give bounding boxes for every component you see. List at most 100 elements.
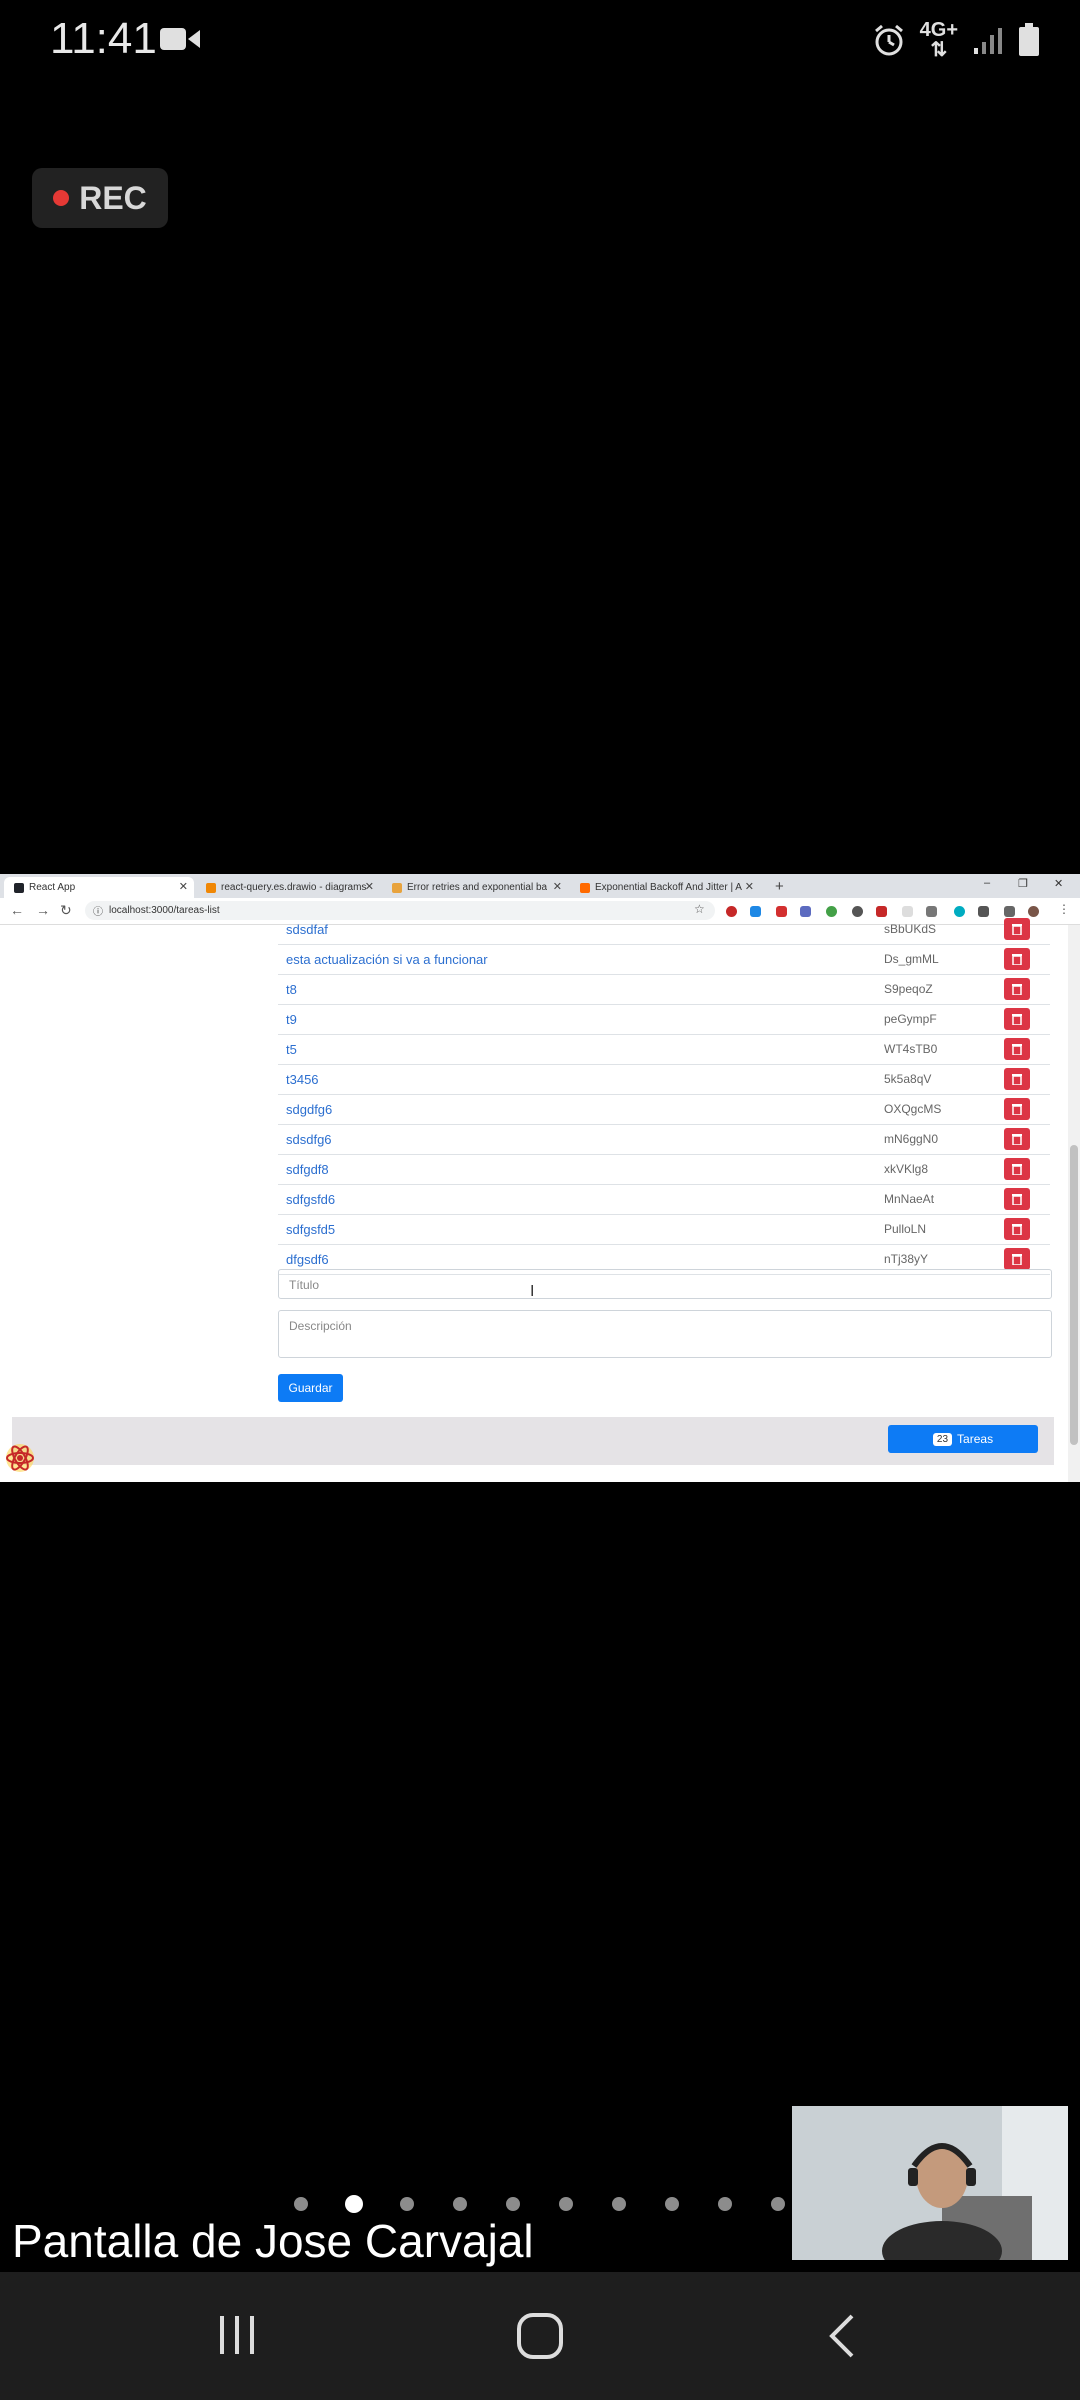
tab-react-app[interactable]: React App ✕ bbox=[4, 877, 194, 898]
delete-button[interactable] bbox=[1004, 1098, 1030, 1120]
task-title-link[interactable]: t8 bbox=[286, 982, 297, 997]
reload-icon[interactable]: ↻ bbox=[60, 902, 72, 919]
close-tab-icon[interactable]: ✕ bbox=[553, 880, 562, 893]
page-dot[interactable] bbox=[718, 2197, 732, 2211]
page-dot[interactable] bbox=[559, 2197, 573, 2211]
delete-button[interactable] bbox=[1004, 948, 1030, 970]
minimize-icon[interactable]: – bbox=[984, 877, 990, 889]
table-row: sdfgsfd5 PulloLN bbox=[278, 1215, 1050, 1245]
new-tab-button[interactable]: + bbox=[775, 878, 784, 895]
tab-title: react-query.es.drawio - diagrams bbox=[221, 882, 367, 893]
delete-button[interactable] bbox=[1004, 1068, 1030, 1090]
tab-drawio[interactable]: react-query.es.drawio - diagrams ✕ bbox=[196, 877, 380, 898]
delete-button[interactable] bbox=[1004, 1158, 1030, 1180]
table-row: t9 peGympF bbox=[278, 1005, 1050, 1035]
task-title-link[interactable]: dfgsdf6 bbox=[286, 1252, 329, 1267]
trash-icon bbox=[1012, 954, 1022, 965]
task-title-link[interactable]: sdgdfg6 bbox=[286, 1102, 332, 1117]
task-title-link[interactable]: sdfgsfd6 bbox=[286, 1192, 335, 1207]
delete-button[interactable] bbox=[1004, 1248, 1030, 1270]
page-dot[interactable] bbox=[506, 2197, 520, 2211]
delete-button[interactable] bbox=[1004, 1038, 1030, 1060]
description-textarea[interactable]: Descripción bbox=[278, 1310, 1052, 1358]
page-dot[interactable] bbox=[771, 2197, 785, 2211]
menu-kebab-icon[interactable]: ⋮ bbox=[1058, 902, 1070, 916]
task-id: sBbUKdS bbox=[884, 922, 937, 936]
delete-button[interactable] bbox=[1004, 978, 1030, 1000]
task-id: WT4sTB0 bbox=[884, 1042, 938, 1056]
page-dot[interactable] bbox=[612, 2197, 626, 2211]
task-title-link[interactable]: esta actualización si va a funcionar bbox=[286, 952, 488, 967]
delete-button[interactable] bbox=[1004, 918, 1030, 940]
task-title-link[interactable]: t3456 bbox=[286, 1072, 319, 1087]
back-icon[interactable]: ← bbox=[10, 902, 24, 918]
scrollbar-thumb[interactable] bbox=[1070, 1145, 1078, 1445]
react-query-devtools-icon[interactable] bbox=[4, 1442, 36, 1474]
task-id: S9peqoZ bbox=[884, 982, 933, 996]
table-row: sdfgsfd6 MnNaeAt bbox=[278, 1185, 1050, 1215]
battery-icon bbox=[1019, 23, 1039, 56]
tab-error-retries[interactable]: Error retries and exponential ba ✕ bbox=[382, 877, 568, 898]
shared-screen: React App ✕ react-query.es.drawio - diag… bbox=[0, 874, 1080, 1482]
app-footer: 23 Tareas bbox=[12, 1417, 1054, 1465]
tasks-table: sdsdfaf sBbUKdS esta actualización si va… bbox=[278, 915, 1050, 1275]
table-row: t3456 5k5a8qV bbox=[278, 1065, 1050, 1095]
table-row: sdsdfg6 mN6ggN0 bbox=[278, 1125, 1050, 1155]
task-id: peGympF bbox=[884, 1012, 937, 1026]
tasks-label: Tareas bbox=[957, 1432, 994, 1446]
task-title-link[interactable]: t5 bbox=[286, 1042, 297, 1057]
task-title-link[interactable]: sdfgsfd5 bbox=[286, 1222, 335, 1237]
table-row: sdfgdf8 xkVKlg8 bbox=[278, 1155, 1050, 1185]
page-dot[interactable] bbox=[400, 2197, 414, 2211]
participant-video-image bbox=[792, 2106, 1068, 2260]
delete-button[interactable] bbox=[1004, 1188, 1030, 1210]
trash-icon bbox=[1012, 1194, 1022, 1205]
page-dot[interactable] bbox=[665, 2197, 679, 2211]
participant-video-thumbnail[interactable] bbox=[792, 2106, 1068, 2260]
info-icon: ⓘ bbox=[93, 907, 103, 918]
delete-button[interactable] bbox=[1004, 1218, 1030, 1240]
save-button[interactable]: Guardar bbox=[278, 1374, 343, 1402]
status-time: 11:41 bbox=[50, 14, 157, 63]
bookmark-star-icon[interactable]: ☆ bbox=[694, 902, 705, 916]
delete-button[interactable] bbox=[1004, 1008, 1030, 1030]
task-title-link[interactable]: sdsdfg6 bbox=[286, 1132, 332, 1147]
restore-icon[interactable]: ❐ bbox=[1018, 877, 1028, 890]
title-input[interactable]: Título bbox=[278, 1269, 1052, 1299]
task-id: Ds_gmML bbox=[884, 952, 939, 966]
network-type: 4G+ ⇅ bbox=[919, 19, 958, 61]
page-dot[interactable] bbox=[294, 2197, 308, 2211]
status-icons: 4G+ ⇅ bbox=[872, 20, 1040, 60]
tasks-count-button[interactable]: 23 Tareas bbox=[888, 1425, 1038, 1453]
close-tab-icon[interactable]: ✕ bbox=[745, 880, 754, 893]
close-window-icon[interactable]: ✕ bbox=[1054, 877, 1063, 890]
trash-icon bbox=[1012, 1134, 1022, 1145]
task-id: mN6ggN0 bbox=[884, 1132, 939, 1146]
close-tab-icon[interactable]: ✕ bbox=[179, 880, 188, 893]
scrollbar[interactable] bbox=[1068, 925, 1080, 1482]
tab-title: Exponential Backoff And Jitter | A bbox=[595, 882, 742, 893]
task-id: MnNaeAt bbox=[884, 1192, 935, 1206]
delete-button[interactable] bbox=[1004, 1128, 1030, 1150]
page-dot-active[interactable] bbox=[345, 2195, 363, 2213]
video-camera-icon bbox=[160, 28, 200, 50]
recent-apps-icon[interactable] bbox=[214, 2312, 260, 2358]
home-icon[interactable] bbox=[516, 2312, 564, 2360]
tab-title: React App bbox=[29, 882, 76, 893]
task-title-link[interactable]: sdsdfaf bbox=[286, 922, 328, 937]
task-title-link[interactable]: t9 bbox=[286, 1012, 297, 1027]
close-tab-icon[interactable]: ✕ bbox=[365, 880, 374, 893]
react-favicon-icon bbox=[14, 882, 24, 893]
aws-favicon-icon bbox=[580, 882, 590, 893]
text-cursor-icon: I bbox=[530, 1283, 535, 1300]
task-id: OXQgcMS bbox=[884, 1102, 942, 1116]
task-id: xkVKlg8 bbox=[884, 1162, 929, 1176]
task-title-link[interactable]: sdfgdf8 bbox=[286, 1162, 329, 1177]
trash-icon bbox=[1012, 1104, 1022, 1115]
trash-icon bbox=[1012, 924, 1022, 935]
tab-exponential-backoff[interactable]: Exponential Backoff And Jitter | A ✕ bbox=[570, 877, 760, 898]
forward-icon[interactable]: → bbox=[36, 902, 50, 918]
page-dot[interactable] bbox=[453, 2197, 467, 2211]
trash-icon bbox=[1012, 1164, 1022, 1175]
back-nav-icon[interactable] bbox=[822, 2312, 862, 2360]
